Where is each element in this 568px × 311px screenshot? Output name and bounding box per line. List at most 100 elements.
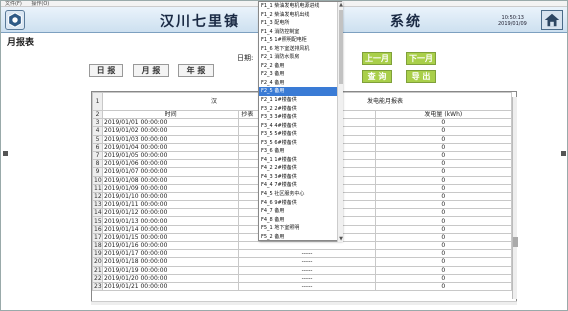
cell-generation: 0 (374, 134, 513, 144)
dropdown-option[interactable]: F5_2 备用 (259, 233, 337, 242)
row-number: 13 (92, 200, 103, 210)
dropdown-option[interactable]: F3_2 2#楼备供 (259, 105, 337, 114)
clock-date: 2019/01/09 (498, 21, 527, 27)
header-time: 时间 (101, 109, 240, 120)
dropdown-option[interactable]: F3_5 5#楼备供 (259, 130, 337, 139)
monthly-report-button[interactable]: 月 报 (133, 64, 169, 77)
dropdown-option[interactable]: F4_3 3#楼备供 (259, 173, 337, 182)
row-number: 8 (92, 159, 103, 169)
cell-time: 2019/01/11 00:00:00 (101, 200, 240, 210)
cell-generation: 0 (374, 159, 513, 169)
dropdown-option[interactable]: F3_3 3#楼备供 (259, 113, 337, 122)
cell-time: 2019/01/05 00:00:00 (101, 150, 240, 161)
dropdown-option[interactable]: F1_4 消防控制室 (259, 28, 337, 37)
dropdown-option[interactable]: F2_3 备用 (259, 70, 337, 79)
cell-time: 2019/01/12 00:00:00 (101, 208, 240, 218)
cell-time: 2019/01/01 00:00:00 (101, 118, 240, 128)
dropdown-option[interactable]: F1_2 柴油发电机出线 (259, 11, 337, 20)
export-button[interactable]: 导 出 (406, 70, 436, 83)
row-number: 6 (92, 142, 103, 152)
resize-handle-right[interactable] (561, 151, 566, 156)
table-row: 22 2019/01/20 00:00:00 ----- 0 (92, 273, 513, 283)
row-number: 11 (92, 183, 103, 193)
row-number: 23 (92, 281, 103, 292)
cell-time: 2019/01/03 00:00:00 (101, 134, 240, 144)
query-button[interactable]: 查 询 (362, 70, 392, 83)
cell-generation: 0 (374, 281, 513, 292)
cell-meter (238, 240, 376, 251)
cell-time: 2019/01/04 00:00:00 (101, 142, 240, 152)
yearly-report-button[interactable]: 年 报 (178, 64, 214, 77)
dropdown-option[interactable]: F2_1 消防水泵房 (259, 53, 337, 62)
home-button[interactable] (541, 10, 563, 30)
scroll-up-icon[interactable]: ▲ (338, 2, 344, 8)
dropdown-option[interactable]: F4_7 备用 (259, 207, 337, 216)
cell-time: 2019/01/19 00:00:00 (101, 265, 240, 275)
report-title-right: 发电能月报表 (367, 98, 404, 105)
cell-generation: 0 (374, 150, 513, 161)
cell-time: 2019/01/16 00:00:00 (101, 240, 240, 251)
scroll-down-icon[interactable]: ▼ (338, 236, 344, 242)
row-number: 2 (92, 109, 103, 120)
cell-time: 2019/01/02 00:00:00 (101, 126, 240, 136)
scroll-thumb[interactable] (513, 237, 518, 247)
dropdown-option[interactable]: F3_6 备用 (259, 147, 337, 156)
row-number: 14 (92, 208, 103, 218)
row-number: 19 (92, 249, 103, 259)
dropdown-option[interactable]: F4_2 2#楼备供 (259, 164, 337, 173)
next-month-button[interactable]: 下一月 (406, 52, 436, 65)
table-row: 20 2019/01/18 00:00:00 ----- 0 (92, 257, 513, 267)
cell-meter: ----- (238, 265, 376, 275)
header-generation: 发电量 (kWh) (374, 109, 513, 120)
cell-generation: 0 (374, 126, 513, 136)
dropdown-option[interactable]: F4_8 备用 (259, 216, 337, 225)
dropdown-option[interactable]: F4_4 7#楼备供 (259, 181, 337, 190)
cell-time: 2019/01/14 00:00:00 (101, 224, 240, 234)
row-number: 21 (92, 265, 103, 275)
dropdown-option[interactable]: F3_5 6#楼备供 (259, 139, 337, 148)
sheet-vertical-scrollbar[interactable] (512, 97, 518, 299)
sheet-horizontal-scrollbar[interactable] (91, 301, 517, 305)
dropdown-option[interactable]: F2_4 备用 (259, 79, 337, 88)
cell-meter: ----- (238, 249, 376, 259)
report-title-left: 汉 (210, 98, 217, 105)
daily-report-button[interactable]: 日 报 (89, 64, 123, 77)
cell-generation: 0 (374, 118, 513, 128)
cell-generation: 0 (374, 232, 513, 243)
date-label: 日期: (237, 54, 254, 62)
dropdown-option[interactable]: F1_5 1#照明配电柜 (259, 36, 337, 45)
cell-generation: 0 (374, 208, 513, 218)
prev-month-button[interactable]: 上一月 (362, 52, 392, 65)
row-number: 12 (92, 191, 103, 202)
row-number: 3 (92, 118, 103, 128)
dropdown-options: F1_1 柴油发电机电源进线 F1_2 柴油发电机出线 F1_3 配电所 F1_4 消… (259, 2, 337, 242)
dropdown-option[interactable]: F1_1 柴油发电机电源进线 (259, 2, 337, 11)
dropdown-scrollbar[interactable]: ▲ ▼ (337, 2, 343, 242)
cell-generation: 0 (374, 200, 513, 210)
dropdown-option[interactable]: F4_1 1#楼备供 (259, 156, 337, 165)
dropdown-scroll-thumb[interactable] (339, 10, 343, 84)
circuit-dropdown-list[interactable]: F1_1 柴油发电机电源进线 F1_2 柴油发电机出线 F1_3 配电所 F1_4 消… (258, 1, 343, 242)
row-number: 20 (92, 257, 103, 267)
dropdown-option[interactable]: F1_3 配电所 (259, 19, 337, 28)
table-row: 21 2019/01/19 00:00:00 ----- 0 (92, 265, 513, 275)
cell-generation: 0 (374, 273, 513, 283)
cell-time: 2019/01/13 00:00:00 (101, 216, 240, 226)
dropdown-option[interactable]: F4_5 社区服务中心 (259, 190, 337, 199)
cell-generation: 0 (374, 191, 513, 202)
resize-handle-left[interactable] (3, 151, 8, 156)
dropdown-option[interactable]: F4_6 9#楼备供 (259, 199, 337, 208)
cell-time: 2019/01/08 00:00:00 (101, 175, 240, 185)
dropdown-option[interactable]: F5_1 地下室照明 (259, 224, 337, 233)
table-row: 23 2019/01/21 00:00:00 ----- 0 (92, 281, 513, 292)
cell-time: 2019/01/10 00:00:00 (101, 191, 240, 202)
app-title-right: 系统 (390, 14, 422, 30)
row-number: 5 (92, 134, 103, 144)
cell-meter: ----- (238, 273, 376, 283)
dropdown-option[interactable]: F1_6 地下室送排风机 (259, 45, 337, 54)
dropdown-option[interactable]: F2_2 备用 (259, 62, 337, 71)
dropdown-option[interactable]: F2_1 1#楼备供 (259, 96, 337, 105)
dropdown-option[interactable]: F2_5 备用 (259, 87, 337, 97)
cell-generation: 0 (374, 240, 513, 251)
dropdown-option[interactable]: F3_4 4#楼备供 (259, 122, 337, 131)
